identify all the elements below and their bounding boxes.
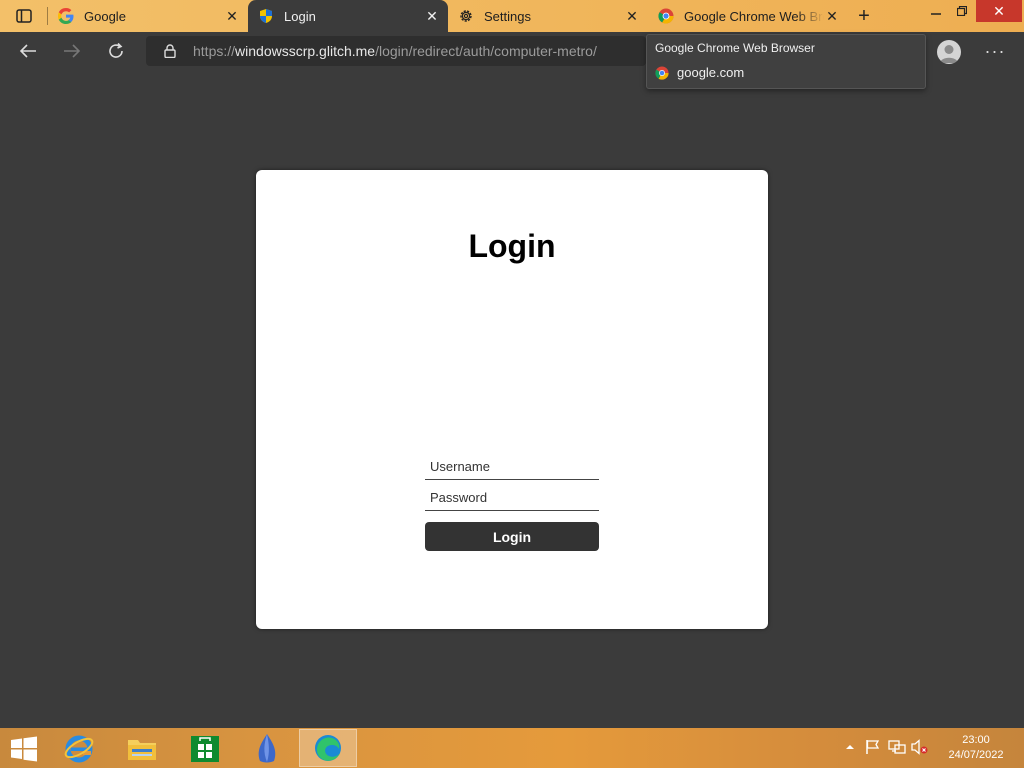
tab-google[interactable]: Google ✕	[48, 0, 248, 32]
taskbar-internet-explorer[interactable]	[50, 729, 108, 767]
clock-time: 23:00	[962, 734, 990, 746]
taskbar-metro-app[interactable]	[238, 729, 296, 767]
close-icon[interactable]: ✕	[624, 8, 640, 24]
taskbar: 23:00 24/07/2022	[0, 728, 1024, 768]
new-tab-icon[interactable]: +	[852, 4, 876, 28]
tab-settings[interactable]: Settings ✕	[448, 0, 648, 32]
tab-title: Google	[84, 8, 126, 24]
chrome-icon	[655, 65, 669, 80]
lock-icon[interactable]	[163, 44, 177, 58]
gear-icon	[458, 8, 474, 24]
taskbar-edge[interactable]	[299, 729, 357, 767]
tab-hover-tooltip: Google Chrome Web Browser google.com	[646, 34, 926, 89]
url-text[interactable]: https://windowsscrp.glitch.me/login/redi…	[193, 43, 597, 59]
tooltip-row: google.com	[655, 65, 744, 80]
url-path: /login/redirect/auth/computer-metro/	[375, 43, 597, 59]
restore-icon[interactable]	[947, 0, 977, 22]
back-arrow-icon[interactable]	[13, 37, 43, 65]
system-clock[interactable]: 23:00 24/07/2022	[934, 733, 1018, 763]
close-icon[interactable]: ✕	[424, 8, 440, 24]
tab-chrome[interactable]: Google Chrome Web Browser ✕	[648, 0, 848, 32]
clock-date: 24/07/2022	[948, 749, 1004, 761]
volume-muted-icon[interactable]	[911, 738, 929, 756]
refresh-icon[interactable]	[101, 37, 131, 65]
login-button[interactable]: Login	[425, 522, 599, 551]
store-icon	[191, 736, 219, 762]
shield-icon	[258, 8, 274, 24]
edge-icon	[315, 735, 341, 761]
tab-title: Settings	[484, 8, 531, 24]
metro-app-icon	[258, 734, 276, 763]
url-domain: windowsscrp.glitch.me	[235, 43, 376, 59]
close-icon[interactable]: ✕	[824, 8, 840, 24]
taskbar-store[interactable]	[176, 729, 234, 767]
address-bar[interactable]: https://windowsscrp.glitch.me/login/redi…	[146, 36, 646, 66]
username-field[interactable]	[425, 453, 599, 480]
password-field[interactable]	[425, 484, 599, 511]
tooltip-url: google.com	[677, 65, 745, 80]
windows-start-icon[interactable]	[10, 736, 38, 762]
taskbar-file-explorer[interactable]	[113, 729, 171, 767]
file-explorer-icon	[128, 740, 156, 760]
tab-title: Login	[284, 8, 316, 24]
url-prefix: https://	[193, 43, 236, 59]
close-icon[interactable]: ✕	[224, 8, 240, 24]
tab-strip: Google ✕ Login ✕ Settings ✕ Google Chrom…	[0, 0, 1024, 32]
tab-title: Google Chrome Web Browser	[684, 8, 824, 24]
network-icon[interactable]	[888, 738, 906, 756]
window-close-icon[interactable]: ✕	[976, 0, 1022, 22]
chrome-icon	[658, 8, 674, 24]
tab-login[interactable]: Login ✕	[248, 0, 448, 32]
login-heading: Login	[468, 228, 556, 264]
login-card: Login Login	[256, 170, 768, 629]
flag-icon[interactable]	[864, 738, 882, 756]
forward-arrow-icon[interactable]	[57, 37, 87, 65]
google-g-icon	[58, 8, 74, 24]
tab-actions-icon[interactable]	[8, 6, 40, 26]
chevron-up-icon[interactable]	[841, 738, 859, 756]
profile-avatar-icon[interactable]	[937, 40, 961, 64]
more-options-icon[interactable]: ···	[982, 40, 1008, 62]
internet-explorer-icon	[64, 735, 94, 763]
tooltip-title: Google Chrome Web Browser	[655, 41, 815, 55]
